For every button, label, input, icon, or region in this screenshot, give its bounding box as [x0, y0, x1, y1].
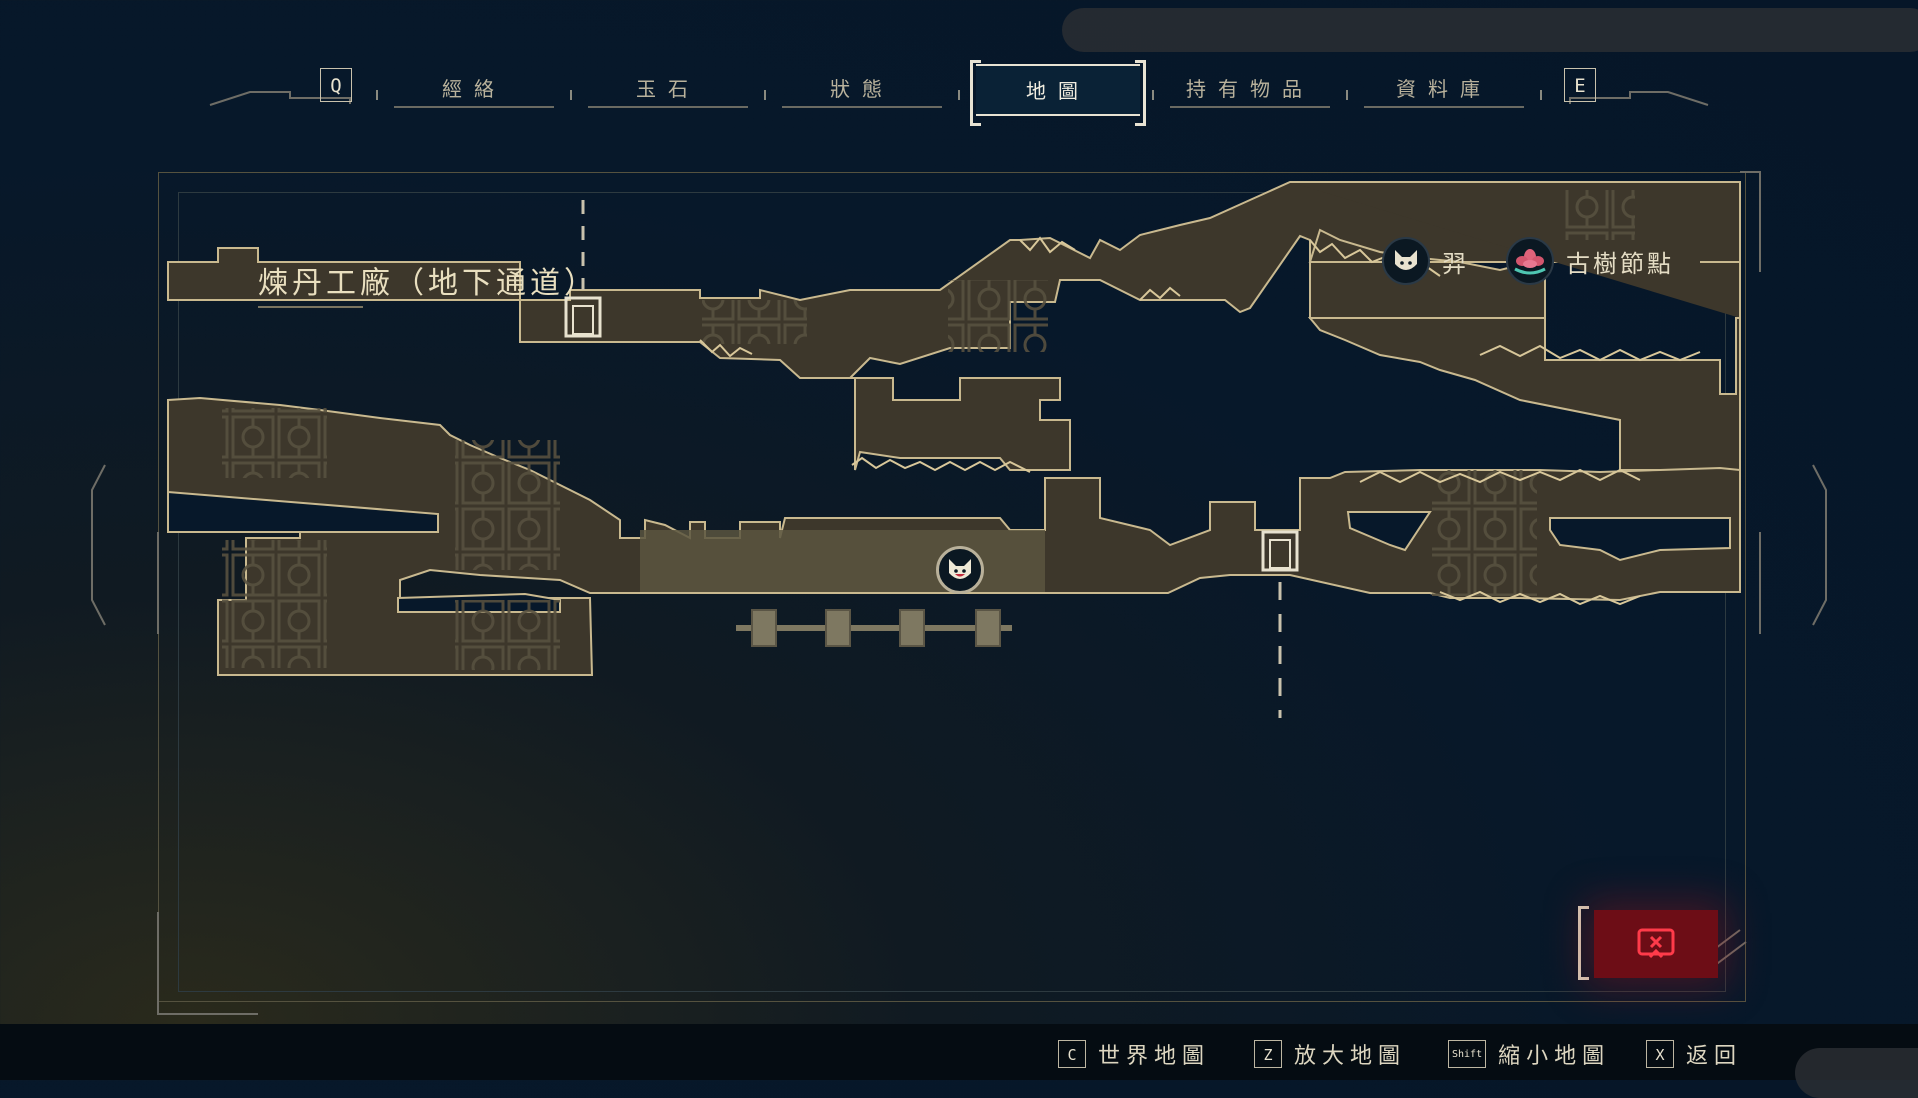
control-world-map[interactable]: C 世界地圖	[1058, 1038, 1210, 1070]
legend-player: 羿	[1382, 234, 1469, 288]
close-button-bracket	[1578, 906, 1589, 980]
key-hint: X	[1646, 1040, 1674, 1068]
cat-face-icon	[949, 559, 971, 579]
key-hint: Shift	[1448, 1040, 1487, 1068]
control-label: 放大地圖	[1294, 1044, 1407, 1069]
controls-bar: C 世界地圖 Z 放大地圖 Shift 縮小地圖 X 返回	[0, 1024, 1918, 1080]
area-title-underline	[258, 306, 363, 308]
key-hint: C	[1058, 1040, 1086, 1068]
control-zoom-out[interactable]: Shift 縮小地圖	[1448, 1038, 1610, 1070]
legend-tree-node-label: 古樹節點	[1566, 249, 1674, 278]
control-label: 縮小地圖	[1498, 1044, 1611, 1069]
map-marker-toggle-button[interactable]	[1594, 910, 1718, 978]
bottom-overlay-pill	[1795, 1048, 1918, 1098]
map-bridge	[736, 609, 1012, 647]
control-zoom-in[interactable]: Z 放大地圖	[1254, 1038, 1406, 1070]
control-label: 返回	[1686, 1044, 1743, 1069]
map-current-room	[640, 530, 1045, 592]
control-label: 世界地圖	[1098, 1044, 1211, 1069]
legend-tree-node: 古樹節點	[1506, 234, 1674, 288]
cat-face-icon	[1382, 237, 1430, 285]
legend-player-label: 羿	[1442, 249, 1469, 278]
lotus-node-icon	[1506, 237, 1554, 285]
marker-off-icon	[1637, 928, 1675, 959]
area-title: 煉丹工廠（地下通道）	[258, 266, 598, 301]
control-back[interactable]: X 返回	[1646, 1038, 1742, 1070]
player-marker[interactable]	[936, 546, 984, 594]
key-hint: Z	[1254, 1040, 1282, 1068]
